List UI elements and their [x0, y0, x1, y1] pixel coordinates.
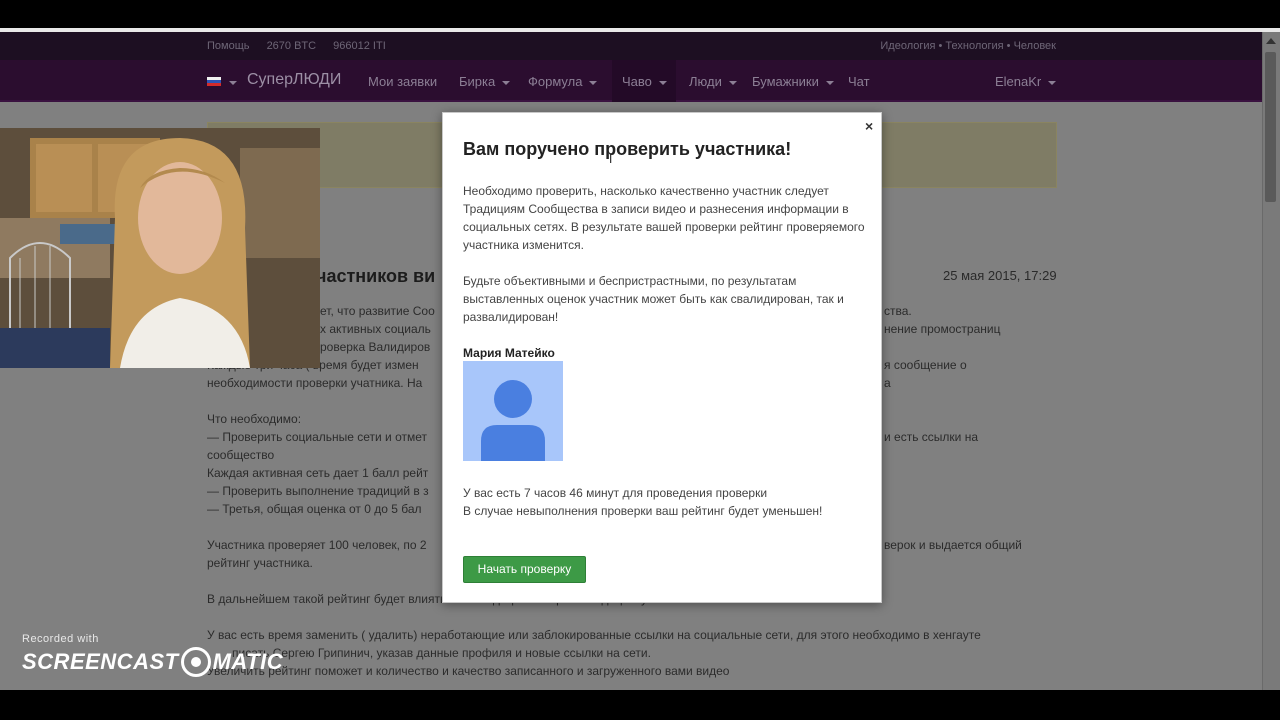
chevron-down-icon	[658, 80, 667, 85]
help-link[interactable]: Помощь	[207, 40, 250, 52]
article-line-right: ства.	[884, 304, 912, 318]
logo-text-right: MATIC	[212, 649, 284, 674]
article-line-right: и есть ссылки на	[884, 430, 979, 444]
text-cursor-icon: I	[609, 152, 613, 166]
article-line: рейтинг участника.	[207, 556, 313, 570]
article-title: частников ви	[316, 266, 436, 286]
dialog-warning-text: Будьте объективными и беспристрастными, …	[463, 274, 844, 324]
article-line-right: нение промостраниц	[884, 322, 1001, 336]
article-line: Увеличить рейтинг поможет и количество и…	[207, 664, 730, 678]
article-line: Что необходимо:	[207, 412, 302, 426]
article-line: х активных социаль	[320, 322, 431, 336]
topbar-left: Помощь 2670 BTC 966012 ITI	[207, 40, 400, 52]
webcam-overlay	[0, 128, 320, 368]
video-letterbox-top	[0, 0, 1280, 28]
logo-text-left: SCREENCAST	[22, 649, 179, 674]
screencast-watermark: Recorded with SCREENCAST MATIC	[22, 633, 283, 677]
scroll-up-arrow-icon[interactable]	[1266, 38, 1276, 44]
article-line: сообщество	[207, 448, 275, 462]
dialog-description: Необходимо проверить, насколько качестве…	[463, 184, 865, 252]
screencast-logo: SCREENCAST MATIC	[22, 647, 283, 677]
russia-flag-icon[interactable]	[207, 77, 221, 86]
nav-item-chat[interactable]: Чат	[848, 74, 870, 89]
article-line: — Проверить выполнение традиций в з	[207, 484, 429, 498]
nav-item-people[interactable]: Люди	[689, 74, 737, 89]
chevron-down-icon	[229, 80, 237, 85]
article-line: писать Сергею Грипинич, указав данные пр…	[232, 646, 651, 660]
article-line-right: а	[884, 376, 891, 390]
language-dropdown[interactable]	[229, 74, 237, 89]
chevron-down-icon	[502, 80, 511, 85]
member-name[interactable]: Мария Матейко	[463, 346, 555, 360]
dialog-title: Вам поручено проверить участника!	[463, 139, 792, 159]
nav-item-wallets[interactable]: Бумажники	[752, 74, 834, 89]
review-assignment-dialog: × Вам поручено проверить участника! Необ…	[442, 112, 882, 603]
webcam-video-image	[0, 128, 320, 368]
article-line-right: верок и выдается общий	[884, 538, 1022, 552]
iti-balance: 966012 ITI	[333, 40, 386, 52]
close-icon[interactable]: ×	[865, 118, 873, 134]
nav-label: Чаво	[622, 74, 652, 89]
article-date: 25 мая 2015, 17:29	[943, 268, 1057, 283]
time-remaining-text: У вас есть 7 часов 46 минут для проведен…	[463, 486, 768, 500]
nav-label: Мои заявки	[368, 74, 438, 89]
nav-label: Бирка	[459, 74, 496, 89]
record-icon	[180, 647, 211, 677]
article-line: необходимости проверки учатника. На	[207, 376, 423, 390]
article-line: ет, что развитие Соо	[320, 304, 435, 318]
scrollbar-thumb[interactable]	[1265, 52, 1276, 202]
topbar-tagline: Идеология • Технология • Человек	[880, 40, 1056, 52]
start-review-button[interactable]: Начать проверку	[463, 556, 586, 583]
penalty-warning-text: В случае невыполнения проверки ваш рейти…	[463, 504, 823, 518]
recorded-with-label: Recorded with	[22, 633, 99, 645]
chevron-down-icon	[825, 80, 834, 85]
article-line: роверка Валидиров	[320, 340, 431, 354]
nav-item-birka[interactable]: Бирка	[459, 74, 511, 89]
chevron-down-icon	[1048, 80, 1057, 85]
nav-label: Бумажники	[752, 74, 819, 89]
nav-label: Люди	[689, 74, 722, 89]
article-line: — Проверить социальные сети и отмет	[207, 430, 428, 444]
nav-label: Формула	[528, 74, 583, 89]
site-topbar: Помощь 2670 BTC 966012 ITI Идеология • Т…	[0, 32, 1262, 60]
nav-item-formula[interactable]: Формула	[528, 74, 598, 89]
chevron-down-icon	[589, 80, 598, 85]
user-menu[interactable]: ElenaKr	[995, 74, 1057, 89]
article-line: Участника проверяет 100 человек, по 2	[207, 538, 427, 552]
site-brand[interactable]: СуперЛЮДИ	[247, 71, 341, 89]
article-line-right: я сообщение о	[884, 358, 967, 372]
username: ElenaKr	[995, 74, 1042, 89]
article-line: Каждая активная сеть дает 1 балл рейт	[207, 466, 429, 480]
nav-label: Чат	[848, 74, 870, 89]
btc-balance: 2670 BTC	[266, 40, 317, 52]
member-avatar[interactable]	[463, 361, 563, 461]
video-letterbox-bottom	[0, 690, 1280, 720]
article-line: — Третья, общая оценка от 0 до 5 бал	[207, 502, 422, 516]
chevron-down-icon	[728, 80, 737, 85]
main-navbar: СуперЛЮДИ Мои заявки Бирка Формула Чаво …	[0, 60, 1262, 102]
article-line: У вас есть время заменить ( удалить) нер…	[207, 628, 981, 642]
default-avatar-icon	[463, 361, 563, 461]
nav-item-my-requests[interactable]: Мои заявки	[368, 74, 437, 89]
nav-item-faq[interactable]: Чаво	[622, 74, 667, 89]
